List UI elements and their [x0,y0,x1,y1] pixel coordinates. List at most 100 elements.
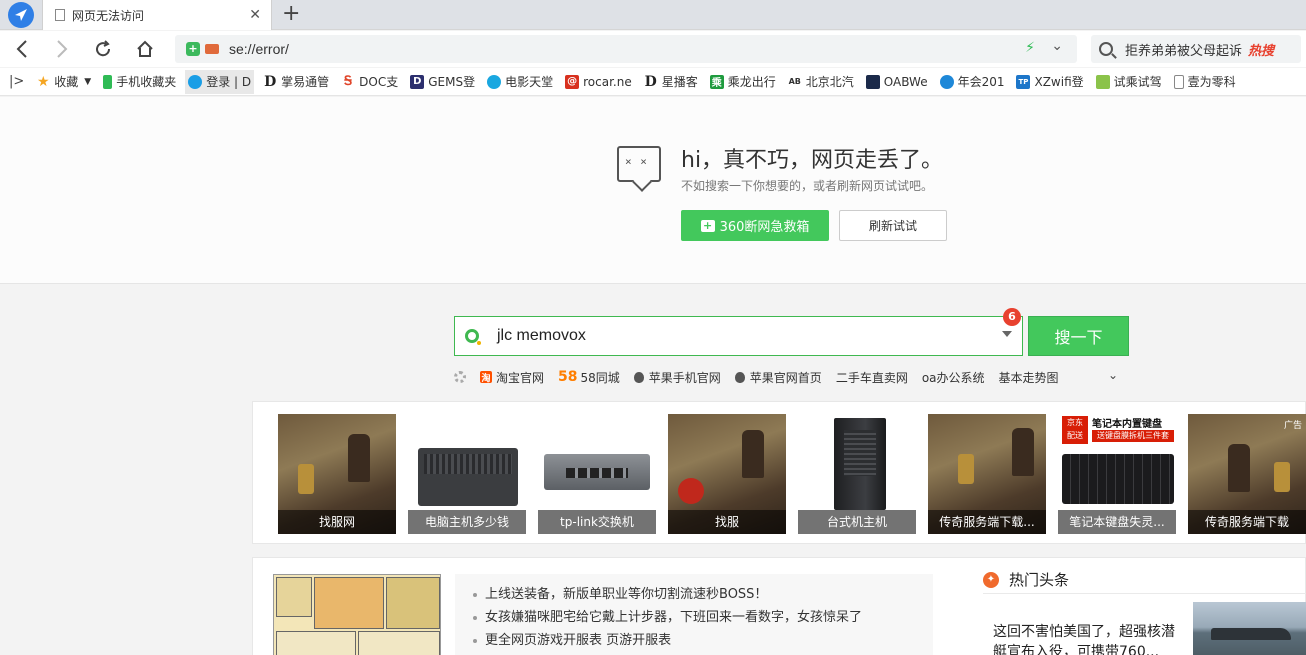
hot-news-headline[interactable]: 这回不害怕美国了，超强核潜艇宣布入役，可携带760... [993,622,1183,655]
bookmark-item[interactable]: 登录 | D [185,69,255,94]
bookmark-label: 登录 | D [206,75,252,89]
bookmark-item[interactable]: 年会201 [937,70,1008,94]
browser-logo-icon[interactable] [8,2,34,28]
fire-icon: ✦ [983,571,999,588]
error-section: × × hi，真不巧，网页走丢了。 不如搜索一下你想要的，或者刷新网页试试吧。 … [0,97,1306,284]
image-card[interactable]: tp-link交换机 [538,414,656,534]
image-card-caption: 笔记本键盘失灵... [1058,510,1176,534]
network-rescue-label: 360断网急救箱 [719,220,810,235]
bookmark-item[interactable]: TP XZwifi登 [1013,70,1086,94]
quick-link[interactable]: 苹果官网首页 [734,369,822,386]
bookmarks-toggle-icon[interactable]: |> [6,70,27,94]
image-card[interactable]: 京东 配送 笔记本内置键盘 送键盘膜拆机三件套 笔记本键盘失灵... [1058,414,1176,534]
hot-news-image[interactable] [1193,602,1306,655]
bookmark-item[interactable]: AB 北京北汽 [785,70,857,94]
error-subtitle: 不如搜索一下你想要的，或者刷新网页试试吧。 [681,179,934,193]
search-button[interactable]: 搜一下 [1028,316,1129,356]
bookmark-label: 掌易通管 [281,75,330,89]
quick-link[interactable]: 58 58同城 [558,369,620,386]
quick-link-label: 58同城 [580,370,620,385]
lightning-icon[interactable]: ⚡ [1025,40,1035,56]
news-link[interactable]: 女孩嫌猫咪肥宅给它戴上计步器，下班回来一看数字，女孩惊呆了 [473,606,933,629]
image-card-caption: 找服 [668,510,786,534]
d-icon: D [264,73,277,90]
apple-icon [734,371,745,383]
chevron-down-icon[interactable]: ⌄ [1108,368,1118,382]
caret-down-icon[interactable]: ▼ [84,77,91,87]
image-icon [1095,74,1110,89]
address-bar[interactable]: + se://error/ ⚡ ⌄ [175,35,1077,63]
quick-link[interactable]: 苹果手机官网 [633,369,721,386]
bookmark-label: XZwifi登 [1034,75,1084,89]
first-aid-icon: + [700,219,715,232]
search-query[interactable]: jlc memovox [497,327,586,345]
tag-icon[interactable] [205,44,219,54]
image-card-caption: 传奇服务端下载 [1188,510,1306,534]
bookmark-label: rocar.ne [583,74,632,89]
quick-link-label: oa办公系统 [921,370,985,385]
bookmark-label: 星播客 [661,75,698,89]
back-icon[interactable] [10,37,34,61]
bookmark-item[interactable]: D 星播客 [641,70,701,94]
bookmark-item[interactable]: 电影天堂 [484,70,556,94]
image-card-caption: 台式机主机 [798,510,916,534]
pc-image [418,448,518,506]
quick-link[interactable]: 淘淘宝官网 [480,369,544,386]
search-history-dropdown-icon[interactable] [1002,331,1012,337]
image-card[interactable]: 台式机主机 [798,414,916,534]
quick-link-label: 淘宝官网 [496,370,545,385]
bookmark-favorites[interactable]: ★ 收藏 ▼ [33,70,94,94]
home-icon[interactable] [133,37,157,61]
toolbar-search[interactable]: 拒养弟弟被父母起诉 热搜 [1091,35,1301,63]
address-url[interactable]: se://error/ [229,41,289,57]
close-icon[interactable]: ✕ [249,7,261,23]
tab-strip: 网页无法访问 ✕ + [0,0,1306,30]
keyboard-ad-subtitle: 送键盘膜拆机三件套 [1092,430,1174,442]
tab-active[interactable]: 网页无法访问 ✕ [42,0,272,30]
notification-badge: 6 [1003,308,1021,326]
refresh-retry-button[interactable]: 刷新试试 [839,210,947,241]
news-link[interactable]: 更全网页游戏开服表 页游开服表 [473,629,933,652]
quick-link[interactable]: oa办公系统 [922,369,985,386]
comic-image[interactable] [273,574,441,655]
navigation-bar: + se://error/ ⚡ ⌄ 拒养弟弟被父母起诉 热搜 [0,31,1306,67]
image-card[interactable]: 广告 传奇服务端下载 [1188,414,1306,534]
jd-logo: 京东 配送 [1062,416,1088,444]
image-card[interactable]: 传奇服务端下载... [928,414,1046,534]
bookmark-label: 电影天堂 [505,75,554,89]
quick-link[interactable]: 二手车直卖网 [836,369,908,386]
quick-link-label: 基本走势图 [998,370,1059,385]
bookmark-item[interactable]: 试乘试驾 [1093,70,1165,94]
network-rescue-button[interactable]: + 360断网急救箱 [681,210,829,241]
bookmark-item[interactable]: 手机收藏夹 [100,70,179,94]
bookmark-item[interactable]: D GEMS登 [407,70,478,94]
keyboard-image [1062,454,1174,504]
tower-image [834,418,886,510]
hot-search-label[interactable]: 热搜 [1248,40,1274,59]
image-card[interactable]: 找服网 [278,414,396,534]
quick-link[interactable]: 基本走势图 [999,369,1059,386]
tp-icon: TP [1016,74,1031,89]
bookmark-item[interactable]: D 掌易通管 [260,70,332,94]
bookmark-item[interactable]: @ rocar.ne [562,70,635,94]
bookmark-label: GEMS登 [428,75,476,89]
gear-icon[interactable] [454,371,466,383]
news-link[interactable]: 上线送装备，新版单职业等你切割流速秒BOSS！ [473,583,933,606]
search-input[interactable]: jlc memovox [454,316,1023,356]
reload-icon[interactable] [91,37,115,61]
bookmark-item[interactable]: 乘乘龙出行 [707,70,779,94]
security-shield-icon[interactable]: + [186,42,200,56]
image-card[interactable]: 找服 [668,414,786,534]
toolbar-search-query[interactable]: 拒养弟弟被父母起诉 [1125,40,1242,59]
bookmark-item[interactable]: OABWe [863,70,931,94]
bookmark-item[interactable]: 壹为零科 [1171,70,1239,94]
quick-link-label: 苹果官网首页 [749,370,822,385]
star-icon: ★ [37,73,50,90]
bookmark-item[interactable]: Ꭶ DOC支 [338,70,401,94]
image-card[interactable]: 电脑主机多少钱 [408,414,526,534]
image-card-caption: 电脑主机多少钱 [408,510,526,534]
new-tab-icon[interactable]: + [282,1,300,26]
chevron-down-icon[interactable]: ⌄ [1051,38,1063,54]
forward-icon[interactable] [50,37,74,61]
image-card-caption: tp-link交换机 [538,510,656,534]
